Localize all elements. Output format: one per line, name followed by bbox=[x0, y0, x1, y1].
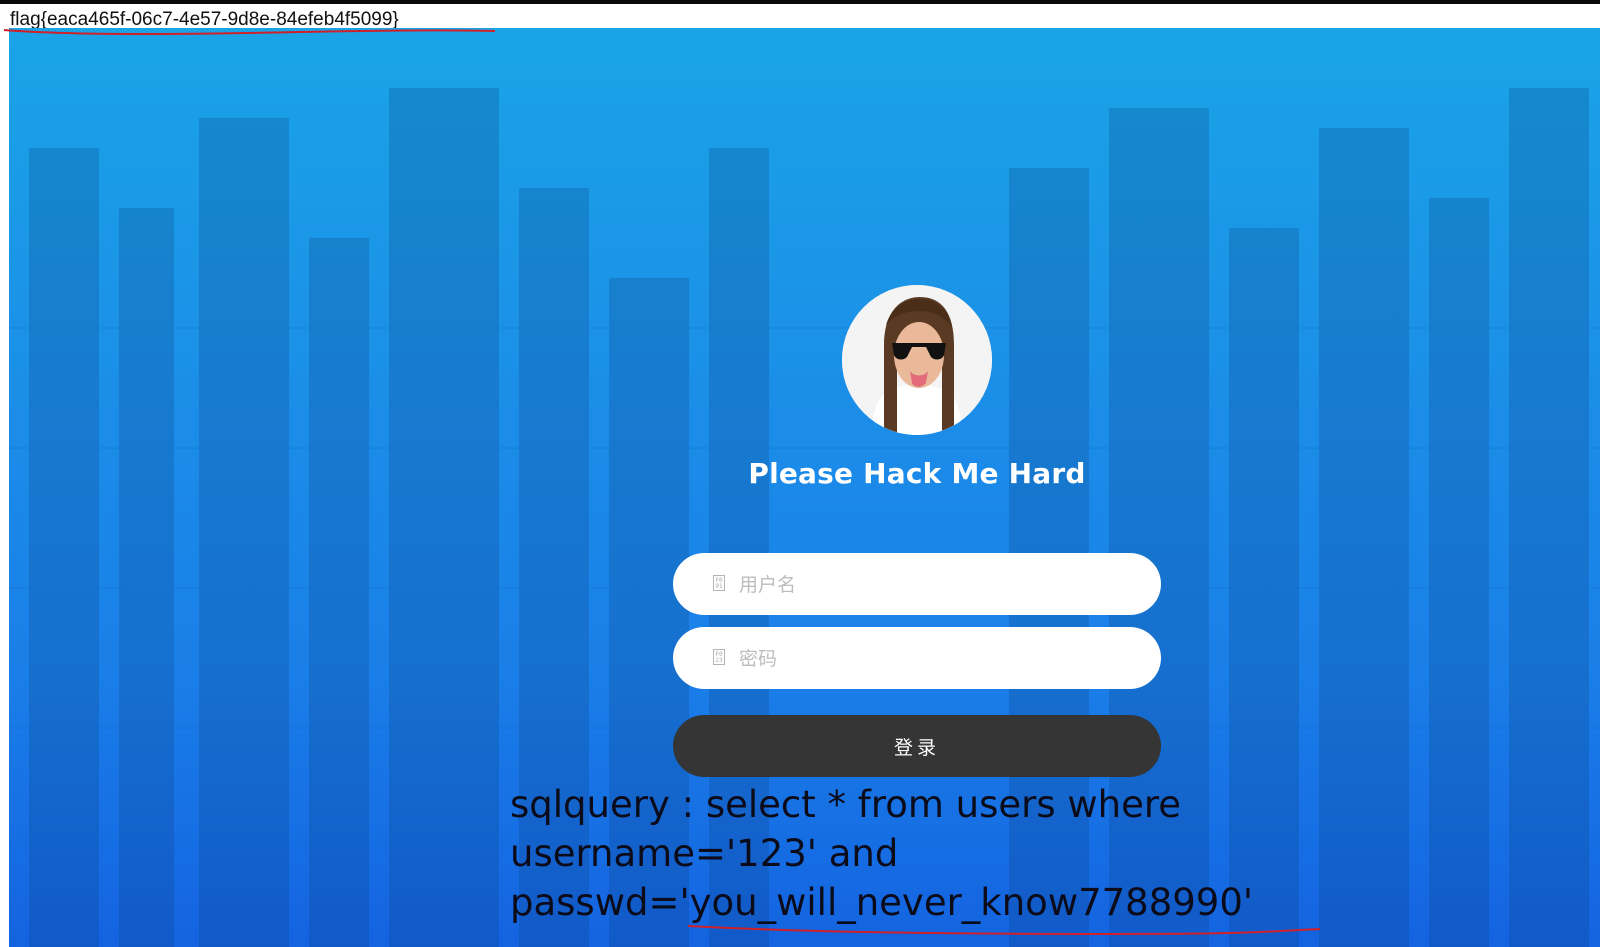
sql-line-3: passwd='you_will_never_know7788990' bbox=[510, 881, 1254, 924]
lock-icon: F0 23 bbox=[713, 649, 725, 665]
page-left-edge bbox=[0, 28, 9, 947]
username-input[interactable] bbox=[737, 553, 1141, 617]
password-input[interactable] bbox=[737, 627, 1141, 691]
username-field[interactable]: F0 01 bbox=[673, 553, 1161, 617]
avatar bbox=[842, 285, 992, 435]
login-title: Please Hack Me Hard bbox=[748, 457, 1086, 490]
avatar-photo-icon bbox=[842, 285, 992, 435]
user-icon: F0 01 bbox=[713, 575, 725, 591]
sql-query-text: sqlquery : select * from users where use… bbox=[510, 780, 1510, 927]
password-field[interactable]: F0 23 bbox=[673, 627, 1161, 691]
login-button[interactable]: 登录 bbox=[673, 715, 1161, 777]
flag-strip: flag{eaca465f-06c7-4e57-9d8e-84efeb4f509… bbox=[0, 4, 1600, 30]
sql-line-1: sqlquery : select * from users where bbox=[510, 783, 1182, 826]
sql-line-2: username='123' and bbox=[510, 832, 899, 875]
